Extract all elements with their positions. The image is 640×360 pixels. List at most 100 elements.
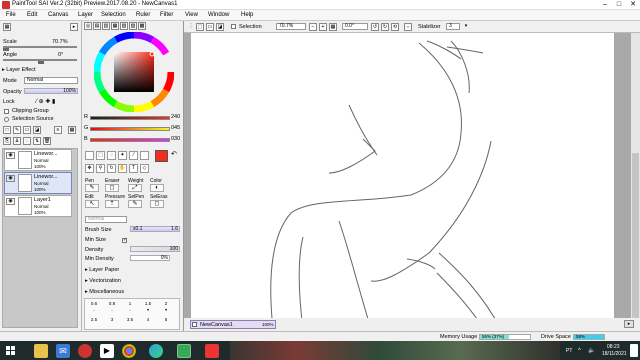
mixer-icon[interactable]: ▨ — [129, 22, 137, 30]
size-preset-0.6[interactable]: 0.6 — [86, 301, 102, 306]
lock-icons[interactable]: ⁄ ⊕ ✚ ▮ — [36, 98, 55, 105]
menu-layer[interactable]: Layer — [78, 12, 93, 18]
angle-slider-knob[interactable] — [38, 61, 44, 64]
eyedropper-icon[interactable]: ⁄ — [129, 151, 138, 160]
edge-icon[interactable] — [149, 344, 163, 358]
zoom-in-icon[interactable]: + — [319, 23, 327, 31]
vertical-scrollbar[interactable] — [631, 33, 640, 329]
scale-slider[interactable] — [3, 46, 77, 48]
close-icon[interactable]: ✕ — [626, 0, 640, 10]
brush-size-slider[interactable]: x0.1 1.6 — [130, 226, 180, 232]
transparent-swatch[interactable] — [85, 151, 94, 160]
layer-view-icon[interactable]: ▦ — [68, 126, 76, 134]
tray-chevron-icon[interactable]: ^ — [578, 348, 581, 354]
miscellaneous-section[interactable]: ▸ Miscellaneous — [85, 289, 124, 295]
trash-icon[interactable]: 🗑 — [43, 137, 51, 145]
density-slider[interactable]: 100 — [130, 246, 180, 252]
current-color-swatch[interactable] — [155, 150, 168, 162]
menu-ruler[interactable]: Ruler — [136, 12, 150, 18]
layer-list-icon[interactable]: ≡ — [54, 126, 62, 134]
rotate-tool-icon[interactable]: ↻ — [107, 164, 116, 173]
merge-down-icon[interactable]: ⇊ — [13, 137, 21, 145]
sai-app-icon[interactable] — [205, 344, 219, 358]
paint-sai-taskbar-icon[interactable] — [177, 344, 191, 358]
layer-item-lineworks-1[interactable]: ◉ Linewor... Normal 100% — [4, 149, 72, 171]
menu-file[interactable]: File — [6, 12, 16, 18]
deselect-icon[interactable]: ▭ — [206, 23, 214, 31]
navigator-icon[interactable]: ▦ — [3, 23, 11, 31]
magic-wand-icon[interactable]: ✦ — [118, 151, 127, 160]
opera-icon[interactable] — [78, 344, 92, 358]
min-density-slider[interactable]: 0% — [130, 255, 170, 261]
flip-horizontal-icon[interactable]: ⇔ — [404, 23, 412, 31]
seleras-tool[interactable]: ◻ — [150, 200, 164, 208]
size-preset-5[interactable]: 5 — [158, 317, 174, 322]
media-player-icon[interactable]: ▶ — [100, 344, 114, 358]
vertical-scroll-thumb[interactable] — [632, 153, 639, 323]
pressure-tool[interactable]: ⇡ — [105, 200, 119, 208]
clipping-group-checkbox[interactable] — [4, 109, 9, 114]
menu-canvas[interactable]: Canvas — [48, 12, 68, 18]
menu-selection[interactable]: Selection — [101, 12, 126, 18]
stabilizer-field[interactable]: 3 — [446, 23, 460, 30]
size-preset-1[interactable]: 1 — [122, 301, 138, 306]
weight-tool[interactable]: ⤢ — [128, 184, 142, 192]
transfer-icon[interactable]: ⇅ — [33, 137, 41, 145]
new-mask-icon[interactable]: ◪ — [33, 126, 41, 134]
r-slider[interactable] — [90, 116, 170, 120]
maximize-icon[interactable]: □ — [612, 0, 626, 10]
menu-view[interactable]: View — [185, 12, 198, 18]
zoom-tool-icon[interactable]: ⚲ — [96, 164, 105, 173]
color-wheel[interactable] — [94, 32, 174, 112]
transparent-color-swatch[interactable] — [140, 151, 149, 160]
stabilizer-dropdown-icon[interactable]: ▾ — [462, 23, 470, 31]
hsv-mode-icon[interactable]: ▥ — [102, 22, 110, 30]
hand-tool-icon[interactable]: ✋ — [118, 164, 127, 173]
notification-icon[interactable] — [630, 344, 638, 357]
eye-icon[interactable]: ◉ — [6, 175, 15, 182]
rotate-right-icon[interactable]: ↻ — [381, 23, 389, 31]
zoom-out-icon[interactable]: − — [309, 23, 317, 31]
eraser-tool[interactable]: ◻ — [105, 184, 119, 192]
clear-layer-icon[interactable]: ◌ — [23, 137, 31, 145]
selpen-tool[interactable]: ✎ — [128, 200, 142, 208]
menu-help[interactable]: Help — [241, 12, 253, 18]
swap-colors-icon[interactable]: ↶ — [171, 150, 177, 158]
new-folder-icon[interactable]: ▭ — [23, 126, 31, 134]
invert-selection-icon[interactable]: ◪ — [216, 23, 224, 31]
layer-paper-section[interactable]: ▸ Layer Paper — [85, 267, 119, 273]
size-preset-2[interactable]: 2 — [158, 301, 174, 306]
scratchpad-icon[interactable]: ▧ — [120, 22, 128, 30]
color-wheel-mode-icon[interactable]: ◎ — [84, 22, 92, 30]
rotate-left-icon[interactable]: ↺ — [371, 23, 379, 31]
file-explorer-icon[interactable] — [34, 344, 48, 358]
min-size-checkbox[interactable]: ✓ — [122, 238, 127, 243]
tab-scroll-icon[interactable]: ▸ — [624, 320, 634, 328]
drawing-canvas[interactable] — [191, 33, 614, 329]
new-layer-icon[interactable]: □ — [3, 126, 11, 134]
opacity-slider[interactable]: 100% — [24, 88, 78, 94]
move-tool-icon[interactable]: ✥ — [85, 164, 94, 173]
layer-item-layer1[interactable]: ◉ Layer1 Normal 100% — [4, 195, 72, 217]
copy-layer-icon[interactable]: ⎘ — [3, 137, 11, 145]
selection-tool-icon[interactable]: ⬚ — [96, 151, 105, 160]
size-preset-2.5[interactable]: 2.5 — [86, 317, 102, 322]
new-linework-icon[interactable]: ✎ — [13, 126, 21, 134]
vectorization-section[interactable]: ▸ Vectorization — [85, 278, 121, 284]
size-preset-1.5[interactable]: 1.5 — [140, 301, 156, 306]
volume-icon[interactable]: 🔈 — [588, 347, 595, 354]
rotate-reset-icon[interactable]: ⟲ — [391, 23, 399, 31]
selection-source-radio[interactable] — [4, 117, 9, 122]
layer-effect-toggle[interactable]: ▸ Layer Effect — [2, 67, 36, 73]
minimize-icon[interactable]: – — [598, 0, 612, 10]
angle-field[interactable]: 0.0° — [342, 23, 368, 30]
canvas-tab[interactable]: NewCanvas1 100% — [190, 320, 276, 329]
language-indicator[interactable]: PT — [566, 348, 572, 354]
g-slider[interactable] — [90, 127, 170, 131]
select-all-icon[interactable]: ⬚ — [196, 23, 204, 31]
selection-checkbox[interactable] — [231, 24, 236, 29]
zoom-reset-icon[interactable]: ▦ — [329, 23, 337, 31]
menu-filter[interactable]: Filter — [160, 12, 173, 18]
rgb-mode-icon[interactable]: ▤ — [93, 22, 101, 30]
pen-tool[interactable]: ✎ — [85, 184, 99, 192]
